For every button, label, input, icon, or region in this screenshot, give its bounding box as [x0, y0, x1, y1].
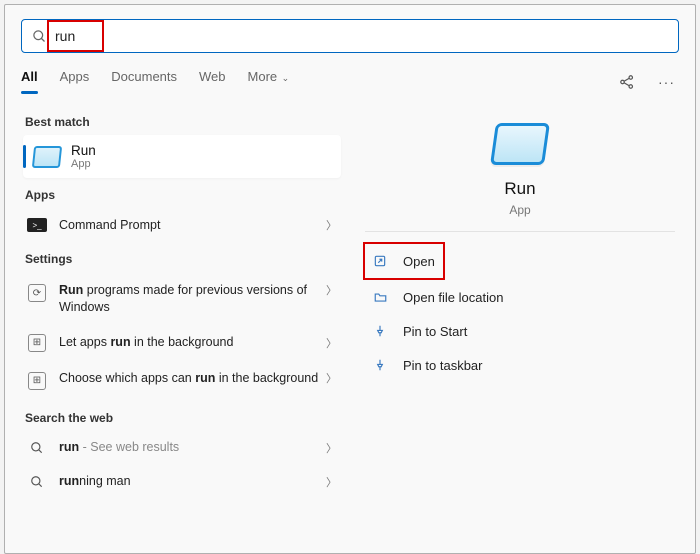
- share-icon[interactable]: [614, 71, 640, 93]
- run-icon: [32, 146, 62, 168]
- pin-icon: [371, 322, 389, 340]
- toolbar-right: ···: [614, 71, 679, 93]
- result-command-prompt[interactable]: >_ Command Prompt 〉: [23, 208, 341, 242]
- action-open-file-location[interactable]: Open file location: [365, 280, 675, 314]
- result-setting-compat[interactable]: ⟳ Run programs made for previous version…: [23, 272, 341, 326]
- tabs-row: All Apps Documents Web More ⌄ ···: [5, 61, 695, 95]
- search-input[interactable]: [55, 20, 674, 52]
- search-window: All Apps Documents Web More ⌄ ··· Best m…: [4, 4, 696, 554]
- chevron-right-icon: 〉: [326, 370, 337, 386]
- search-icon: [30, 475, 44, 489]
- setting-icon: ⊞: [28, 334, 46, 352]
- tab-documents[interactable]: Documents: [111, 69, 177, 94]
- action-open[interactable]: Open: [363, 242, 445, 280]
- command-prompt-icon: >_: [27, 218, 47, 232]
- result-setting-choose-apps[interactable]: ⊞ Choose which apps can run in the backg…: [23, 360, 341, 401]
- section-best-match: Best match: [25, 115, 341, 129]
- action-label: Pin to Start: [403, 324, 467, 339]
- tab-web[interactable]: Web: [199, 69, 226, 94]
- chevron-right-icon: 〉: [326, 217, 337, 233]
- detail-subtitle: App: [365, 203, 675, 217]
- folder-icon: [371, 288, 389, 306]
- detail-hero: Run App: [365, 103, 675, 232]
- result-label: Run programs made for previous versions …: [59, 282, 320, 316]
- setting-icon: ⟳: [28, 284, 46, 302]
- search-icon: [30, 441, 44, 455]
- setting-icon: ⊞: [28, 372, 46, 390]
- action-pin-to-start[interactable]: Pin to Start: [365, 314, 675, 348]
- result-label: running man: [59, 473, 320, 490]
- overflow-menu-icon[interactable]: ···: [654, 72, 679, 92]
- tab-all[interactable]: All: [21, 69, 38, 94]
- result-web-run[interactable]: run - See web results 〉: [23, 431, 341, 465]
- chevron-right-icon: 〉: [326, 474, 337, 490]
- result-label: run - See web results: [59, 439, 320, 456]
- search-icon: [32, 29, 47, 44]
- section-settings: Settings: [25, 252, 341, 266]
- action-label: Open: [403, 254, 435, 269]
- best-match-subtitle: App: [71, 158, 96, 170]
- result-web-running-man[interactable]: running man 〉: [23, 465, 341, 499]
- actions-list: Open Open file location Pin to Start Pin…: [365, 232, 675, 382]
- action-label: Pin to taskbar: [403, 358, 483, 373]
- detail-panel: Run App Open Open file location Pin to S…: [349, 101, 695, 499]
- action-pin-to-taskbar[interactable]: Pin to taskbar: [365, 348, 675, 382]
- section-apps: Apps: [25, 188, 341, 202]
- tab-more[interactable]: More ⌄: [248, 69, 290, 94]
- chevron-right-icon: 〉: [326, 335, 337, 351]
- content: Best match Run App Apps >_ Command Promp…: [5, 95, 695, 499]
- result-label: Choose which apps can run in the backgro…: [59, 370, 320, 387]
- run-icon: [490, 123, 550, 165]
- chevron-right-icon: 〉: [326, 440, 337, 456]
- action-label: Open file location: [403, 290, 503, 305]
- result-label: Let apps run in the background: [59, 334, 320, 351]
- chevron-down-icon: ⌄: [279, 73, 289, 83]
- result-label: Command Prompt: [59, 217, 320, 234]
- result-setting-background[interactable]: ⊞ Let apps run in the background 〉: [23, 326, 341, 360]
- best-match-title: Run: [71, 143, 96, 158]
- best-match-item[interactable]: Run App: [23, 135, 341, 178]
- detail-title: Run: [365, 179, 675, 199]
- chevron-right-icon: 〉: [326, 282, 337, 298]
- search-box[interactable]: [21, 19, 679, 53]
- pin-icon: [371, 356, 389, 374]
- search-bar-wrap: [5, 5, 695, 61]
- tab-apps[interactable]: Apps: [60, 69, 90, 94]
- results-list: Best match Run App Apps >_ Command Promp…: [5, 101, 349, 499]
- section-search-web: Search the web: [25, 411, 341, 425]
- open-icon: [371, 252, 389, 270]
- tabs: All Apps Documents Web More ⌄: [21, 69, 289, 94]
